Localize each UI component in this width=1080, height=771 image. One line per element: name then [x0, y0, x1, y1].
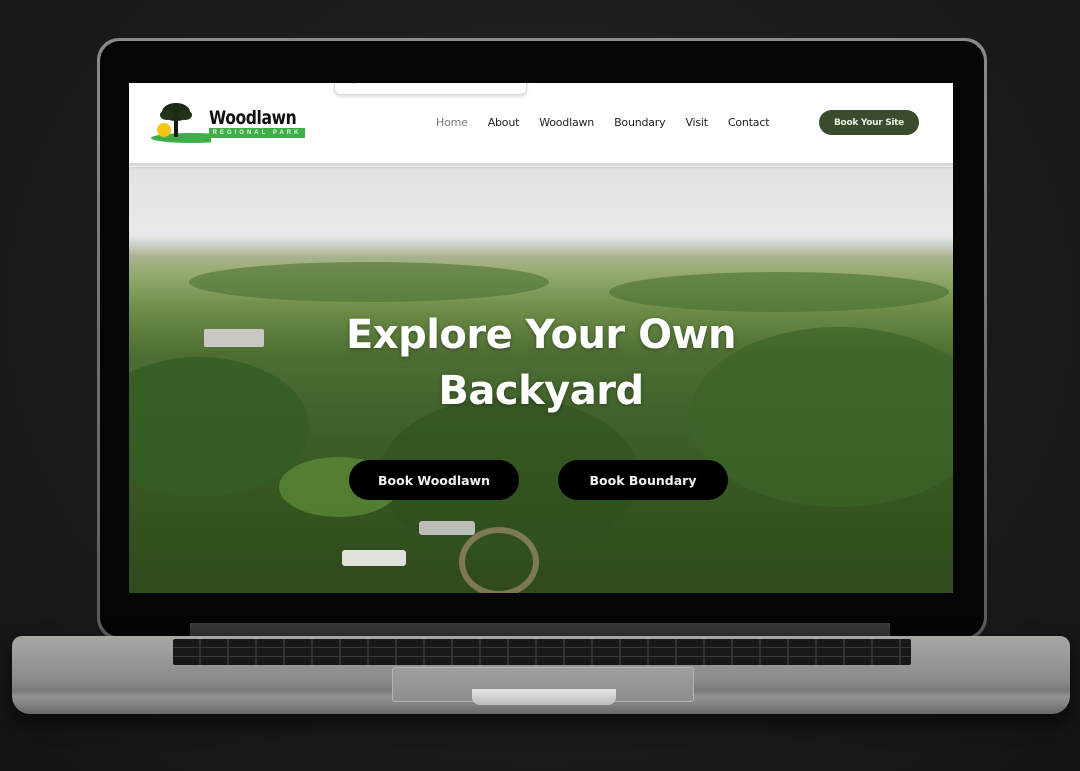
laptop-bezel: ... Woodlawn REGIONAL PARK Home	[100, 41, 984, 637]
dirt-road	[459, 527, 539, 593]
logo-wordmark: Woodlawn	[209, 107, 297, 129]
hero-section: Explore Your Own Backyard Book Woodlawn …	[129, 167, 953, 593]
laptop-lid: ... Woodlawn REGIONAL PARK Home	[97, 38, 987, 640]
popup-fragment: ...	[334, 83, 527, 95]
laptop-keyboard	[173, 639, 911, 665]
browser-viewport: ... Woodlawn REGIONAL PARK Home	[129, 83, 953, 593]
site-header: ... Woodlawn REGIONAL PARK Home	[129, 83, 953, 165]
nav-woodlawn[interactable]: Woodlawn	[539, 116, 594, 129]
nav-home[interactable]: Home	[436, 116, 468, 129]
tree-logo-icon	[151, 103, 211, 143]
nav-contact[interactable]: Contact	[728, 116, 770, 129]
book-boundary-button[interactable]: Book Boundary	[558, 460, 728, 500]
hero-title-line-1: Explore Your Own	[345, 312, 737, 358]
rv-trailer	[419, 521, 475, 535]
nav-visit[interactable]: Visit	[685, 116, 708, 129]
tree-cluster	[609, 272, 949, 312]
rv-trailer	[342, 550, 406, 566]
book-woodlawn-button[interactable]: Book Woodlawn	[349, 460, 519, 500]
hero-title-line-2: Backyard	[438, 368, 644, 414]
tree-cluster	[189, 262, 549, 302]
site-logo[interactable]: Woodlawn REGIONAL PARK	[151, 97, 309, 145]
hero-title: Explore Your Own Backyard	[129, 307, 953, 419]
laptop-front-notch	[472, 689, 616, 705]
nav-about[interactable]: About	[488, 116, 520, 129]
main-nav: Home About Woodlawn Boundary Visit Conta…	[436, 116, 789, 129]
nav-boundary[interactable]: Boundary	[614, 116, 666, 129]
logo-tagline: REGIONAL PARK	[209, 128, 305, 138]
book-your-site-button[interactable]: Book Your Site	[819, 110, 919, 135]
